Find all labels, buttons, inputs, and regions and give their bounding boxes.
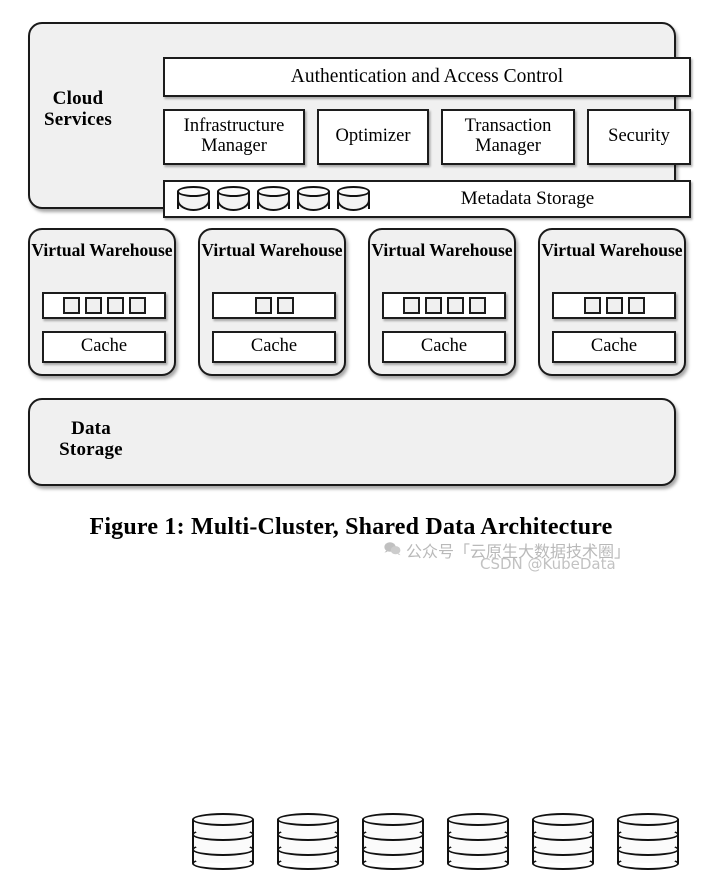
database-cylinder-icon: [276, 813, 339, 873]
watermark-text-secondary: CSDN @KubeData: [480, 555, 616, 573]
database-cylinder-icon: [297, 186, 330, 212]
virtual-warehouse-title: Virtual Warehouse: [371, 240, 513, 260]
virtual-warehouse-worker-node: [605, 297, 623, 314]
virtual-warehouse-worker-node: [446, 297, 464, 314]
virtual-warehouse-panel-1[interactable]: Virtual Warehouse Cache: [28, 228, 176, 376]
virtual-warehouse-panel-2[interactable]: Virtual Warehouse Cache: [198, 228, 346, 376]
infrastructure-manager-box[interactable]: Infrastructure Manager: [163, 109, 305, 165]
virtual-warehouse-worker-node: [424, 297, 442, 314]
virtual-warehouse-worker-node: [254, 297, 272, 314]
authentication-and-access-control-box[interactable]: Authentication and Access Control: [163, 57, 691, 97]
virtual-warehouse-cache-box[interactable]: Cache: [42, 331, 166, 363]
virtual-warehouse-worker-node: [128, 297, 146, 314]
database-cylinder-icon: [361, 813, 424, 873]
watermark-text-primary: 公众号「云原生大数据技术圈」: [406, 542, 631, 561]
virtual-warehouse-worker-node: [402, 297, 420, 314]
figure-caption: Figure 1: Multi-Cluster, Shared Data Arc…: [89, 514, 613, 540]
watermark: 公众号「云原生大数据技术圈」 CSDN @KubeData: [384, 538, 702, 573]
virtual-warehouse-workers-row: [42, 292, 166, 319]
virtual-warehouse-worker-node: [468, 297, 486, 314]
virtual-warehouse-worker-node: [583, 297, 601, 314]
virtual-warehouse-cache-box[interactable]: Cache: [382, 331, 506, 363]
database-cylinder-icon: [531, 813, 594, 873]
virtual-warehouse-cache-box[interactable]: Cache: [212, 331, 336, 363]
transaction-manager-box[interactable]: Transaction Manager: [441, 109, 575, 165]
database-cylinder-icon: [217, 186, 250, 212]
cloud-services-panel: Authentication and Access Control Infras…: [28, 22, 691, 218]
virtual-warehouse-title: Virtual Warehouse: [31, 240, 173, 260]
database-cylinder-icon: [257, 186, 290, 212]
optimizer-box[interactable]: Optimizer: [317, 109, 429, 165]
database-cylinder-icon: [191, 813, 254, 873]
metadata-storage-box[interactable]: Metadata Storage: [163, 180, 691, 218]
security-box[interactable]: Security: [587, 109, 691, 165]
virtual-warehouse-panel-4[interactable]: Virtual Warehouse Cache: [538, 228, 686, 376]
virtual-warehouse-title: Virtual Warehouse: [541, 240, 683, 260]
virtual-warehouse-worker-node: [62, 297, 80, 314]
virtual-warehouse-worker-node: [106, 297, 124, 314]
data-storage-label: Data Storage: [59, 418, 123, 461]
metadata-cylinder-group: [177, 186, 370, 212]
virtual-warehouse-workers-row: [212, 292, 336, 319]
virtual-warehouse-worker-node: [84, 297, 102, 314]
virtual-warehouse-cache-box[interactable]: Cache: [552, 331, 676, 363]
metadata-storage-label: Metadata Storage: [460, 187, 595, 209]
virtual-warehouse-title: Virtual Warehouse: [201, 240, 343, 260]
virtual-warehouse-workers-row: [552, 292, 676, 319]
virtual-warehouse-worker-node: [627, 297, 645, 314]
database-cylinder-icon: [337, 186, 370, 212]
virtual-warehouse-workers-row: [382, 292, 506, 319]
virtual-warehouse-panel-3[interactable]: Virtual Warehouse Cache: [368, 228, 516, 376]
data-storage-cylinder-group: [180, 812, 690, 874]
virtual-warehouse-worker-node: [276, 297, 294, 314]
wechat-icon: [384, 541, 401, 560]
database-cylinder-icon: [616, 813, 679, 873]
database-cylinder-icon: [177, 186, 210, 212]
cloud-services-label: Cloud Services: [43, 88, 113, 131]
database-cylinder-icon: [446, 813, 509, 873]
watermark-line-1: 公众号「云原生大数据技术圈」: [384, 538, 630, 562]
